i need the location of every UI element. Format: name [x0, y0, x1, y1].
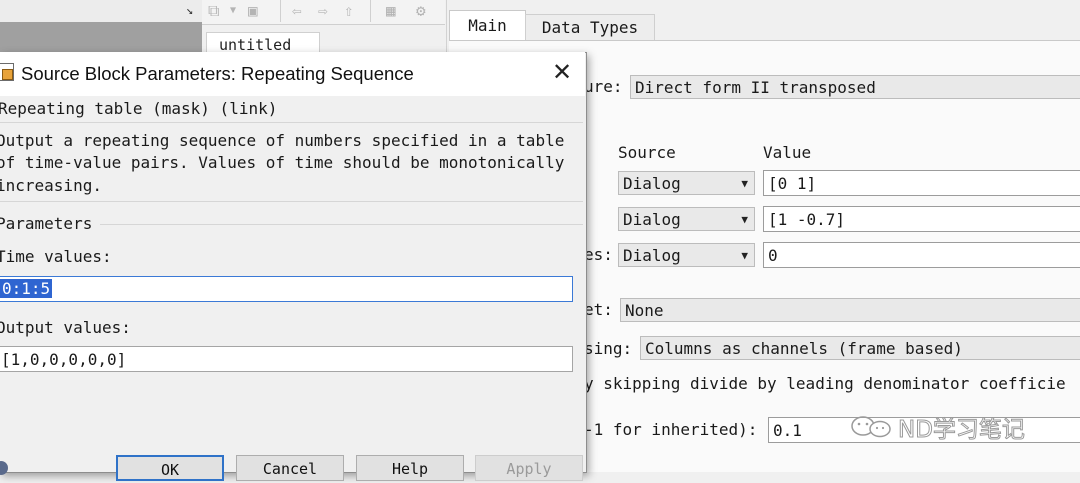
wechat-watermark-icon: [851, 416, 891, 438]
model-browser-header: ↘: [0, 0, 202, 23]
toolbar-divider: [280, 0, 281, 22]
divider: [100, 224, 583, 225]
new-model-icon[interactable]: ⧉: [208, 0, 219, 22]
numerator-value-field[interactable]: [0 1]: [763, 170, 1080, 196]
sample-time-label: -1 for inherited):: [584, 420, 758, 439]
parameters-group-label: Parameters: [0, 214, 93, 233]
processing-value: Columns as channels (frame based): [645, 339, 963, 358]
time-values-label: Time values:: [0, 247, 112, 266]
denominator-source-dropdown[interactable]: Dialog ▼: [618, 207, 755, 231]
dropdown-arrow-icon[interactable]: ▼: [230, 0, 236, 22]
save-icon[interactable]: ▣: [248, 0, 258, 22]
structure-dropdown[interactable]: Direct form II transposed: [630, 75, 1080, 99]
initial-states-source-dropdown[interactable]: Dialog ▼: [618, 243, 755, 267]
apply-button[interactable]: Apply: [475, 455, 583, 481]
simulink-block-icon: [0, 63, 14, 81]
description-line-2: of time-value pairs. Values of time shou…: [0, 153, 565, 172]
structure-label: ure:: [584, 77, 623, 96]
processing-dropdown[interactable]: Columns as channels (frame based): [640, 336, 1080, 360]
tab-data-types[interactable]: Data Types: [525, 14, 655, 41]
chevron-down-icon: ▼: [741, 177, 748, 190]
initial-states-value-field[interactable]: 0: [763, 242, 1080, 268]
value-column-header: Value: [763, 143, 812, 162]
model-toolbar: ⧉ ▼ ▣ ⇦ ⇨ ⇧ ▦ ⚙: [202, 0, 445, 25]
divider: [0, 122, 583, 123]
source-column-header: Source: [618, 143, 676, 162]
denominator-source-value: Dialog: [623, 210, 681, 229]
dialog-title: Source Block Parameters: Repeating Seque…: [21, 63, 414, 84]
structure-value: Direct form II transposed: [635, 78, 876, 97]
output-values-label: Output values:: [0, 318, 131, 337]
cancel-button[interactable]: Cancel: [236, 455, 344, 481]
help-button[interactable]: Help: [356, 455, 464, 481]
model-browser-strip: [0, 22, 202, 54]
skip-divide-checkbox-label[interactable]: y skipping divide by leading denominator…: [584, 374, 1066, 393]
watermark-text: ND学习笔记: [898, 417, 1026, 444]
processing-label: sing:: [584, 339, 633, 358]
close-icon[interactable]: ✕: [551, 60, 573, 86]
block-type-label: Repeating table (mask) (link): [0, 99, 278, 118]
up-icon[interactable]: ⇧: [344, 0, 354, 22]
output-values-input[interactable]: [1,0,0,0,0,0]: [0, 346, 573, 372]
initial-states-source-value: Dialog: [623, 246, 681, 265]
grid-icon[interactable]: ▦: [386, 0, 396, 22]
back-icon[interactable]: ⇦: [292, 0, 302, 22]
initial-states-label: es:: [584, 245, 613, 264]
numerator-source-value: Dialog: [623, 174, 681, 193]
divider: [0, 201, 583, 202]
numerator-source-dropdown[interactable]: Dialog ▼: [618, 171, 755, 195]
ok-button[interactable]: OK: [116, 455, 224, 481]
reset-dropdown[interactable]: None: [620, 298, 1080, 322]
reset-value: None: [625, 301, 664, 320]
tab-main[interactable]: Main: [449, 10, 526, 41]
reset-label: et:: [584, 300, 613, 319]
description-line-3: increasing.: [0, 176, 102, 195]
chevron-down-icon: ▼: [741, 213, 748, 226]
time-values-input[interactable]: [0, 276, 573, 302]
resize-arrow-icon: ↘: [186, 3, 194, 17]
chevron-down-icon: ▼: [741, 249, 748, 262]
time-values-selected-text[interactable]: 0:1:5: [0, 279, 53, 298]
toolbar-divider: [370, 0, 371, 22]
forward-icon[interactable]: ⇨: [318, 0, 328, 22]
denominator-value-field[interactable]: [1 -0.7]: [763, 206, 1080, 232]
gear-icon[interactable]: ⚙: [416, 0, 426, 22]
description-line-1: Output a repeating sequence of numbers s…: [0, 131, 565, 150]
